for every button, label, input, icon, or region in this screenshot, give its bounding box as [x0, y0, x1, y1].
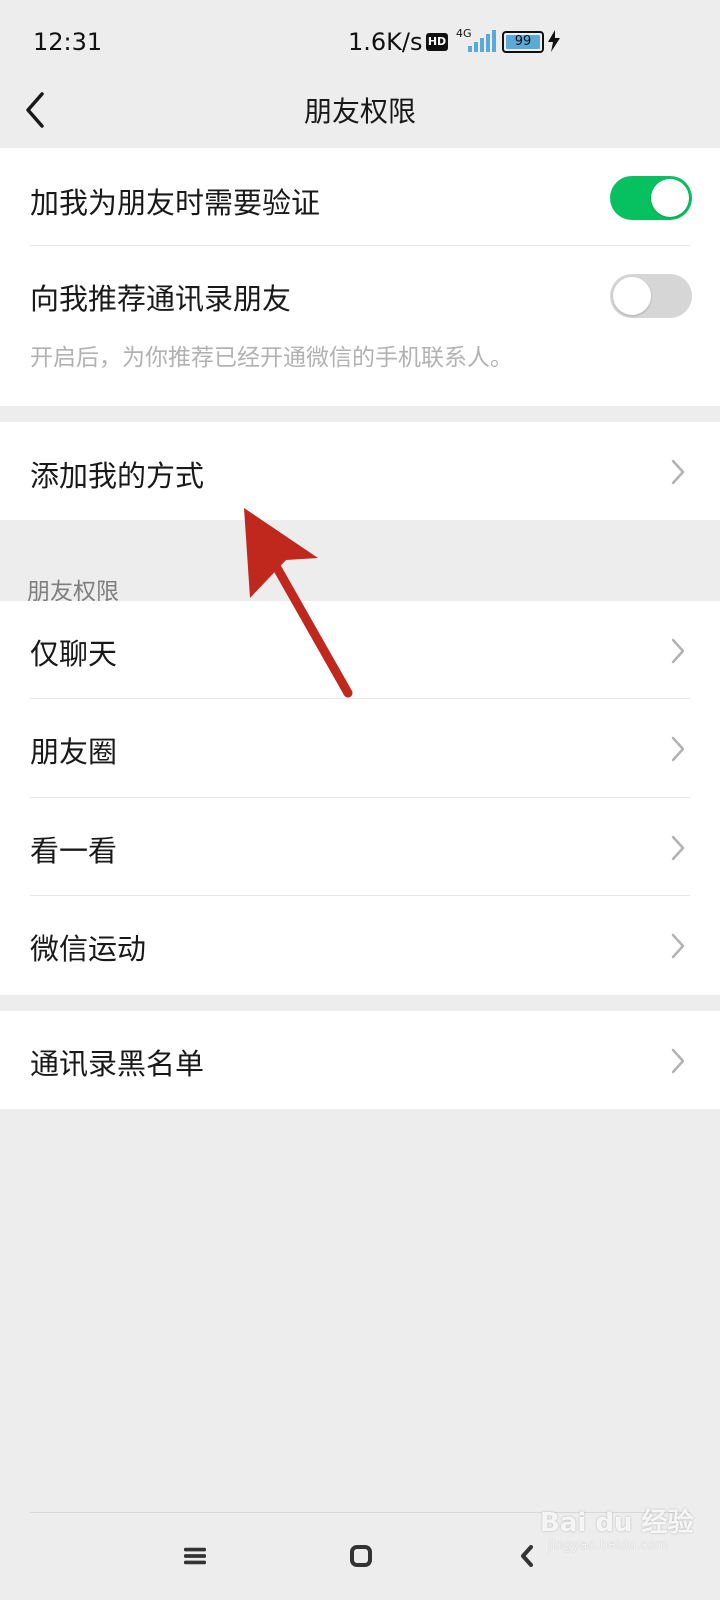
status-time: 12:31 [33, 28, 103, 56]
battery-level: 99 [506, 35, 540, 49]
toggle-knob [613, 277, 651, 315]
chevron-right-icon [671, 933, 685, 959]
back-icon[interactable] [520, 1545, 534, 1567]
blacklist-label: 通讯录黑名单 [30, 1047, 205, 1081]
baidu-watermark-url: jingyan.baidu.com [548, 1538, 668, 1553]
home-icon[interactable] [350, 1545, 372, 1567]
add-methods-label: 添加我的方式 [30, 459, 205, 493]
menu-icon[interactable] [184, 1546, 206, 1566]
permission-item-moments[interactable]: 朋友圈 [0, 699, 720, 798]
recommend-contacts-label: 向我推荐通讯录朋友 [30, 282, 292, 316]
permission-item-label: 看一看 [30, 834, 118, 868]
recommend-contacts-row[interactable]: 向我推荐通讯录朋友 [0, 246, 720, 406]
annotation-arrow-icon [244, 508, 353, 698]
chevron-right-icon [671, 736, 685, 762]
chevron-right-icon [671, 459, 685, 485]
permission-item-label: 朋友圈 [30, 735, 118, 769]
recommend-contacts-toggle[interactable] [610, 274, 692, 318]
battery-icon: 99 [502, 31, 544, 53]
permission-item-label: 仅聊天 [30, 637, 118, 671]
baidu-watermark: Bai du 经验 [540, 1508, 694, 1538]
require-verify-toggle[interactable] [610, 176, 692, 220]
nav-bar: 朋友权限 [0, 86, 720, 148]
permission-item-top-stories[interactable]: 看一看 [0, 798, 720, 896]
charging-icon [548, 30, 560, 52]
recommend-hint: 开启后，为你推荐已经开通微信的手机联系人。 [30, 345, 513, 371]
chevron-right-icon [671, 835, 685, 861]
blacklist-row[interactable]: 通讯录黑名单 [0, 1011, 720, 1109]
status-bar: 12:31 1.6K/s HD 4G 99 [0, 0, 720, 86]
permission-item-label: 微信运动 [30, 932, 147, 966]
permission-item-wechat-sports[interactable]: 微信运动 [0, 896, 720, 995]
page-title: 朋友权限 [303, 95, 416, 128]
blacklist-group: 通讯录黑名单 [0, 1011, 720, 1109]
require-verify-row[interactable]: 加我为朋友时需要验证 [0, 148, 720, 246]
chevron-right-icon [671, 1048, 685, 1074]
hd-badge: HD [426, 33, 448, 51]
chevron-right-icon [671, 638, 685, 664]
status-net-speed: 1.6K/s [348, 28, 423, 56]
signal-icon [468, 30, 496, 52]
toggle-knob [651, 179, 689, 217]
require-verify-label: 加我为朋友时需要验证 [30, 186, 321, 220]
